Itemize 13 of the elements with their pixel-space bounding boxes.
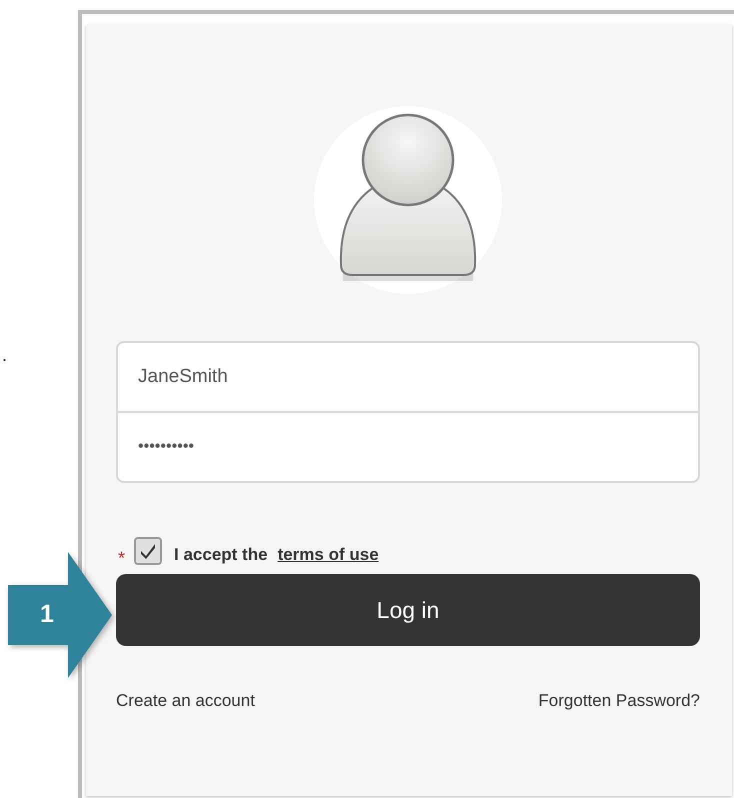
required-mark: * — [118, 546, 126, 568]
link[interactable]: Forgotten Password? — [538, 691, 700, 711]
terms-link[interactable]: terms of use — [278, 545, 379, 565]
login-button[interactable]: Log in — [116, 574, 700, 646]
callout-arrow-icon — [8, 552, 112, 678]
password-field[interactable]: •••••••••• — [116, 413, 700, 483]
link[interactable]: Create an account — [116, 691, 255, 711]
terms-checkbox[interactable] — [134, 537, 162, 565]
user-avatar-icon — [313, 105, 503, 295]
username-field[interactable]: JaneSmith — [116, 341, 700, 413]
stray-dot: . — [2, 345, 8, 366]
step-number: 1 — [40, 600, 54, 629]
terms-label: I accept the — [174, 545, 268, 565]
